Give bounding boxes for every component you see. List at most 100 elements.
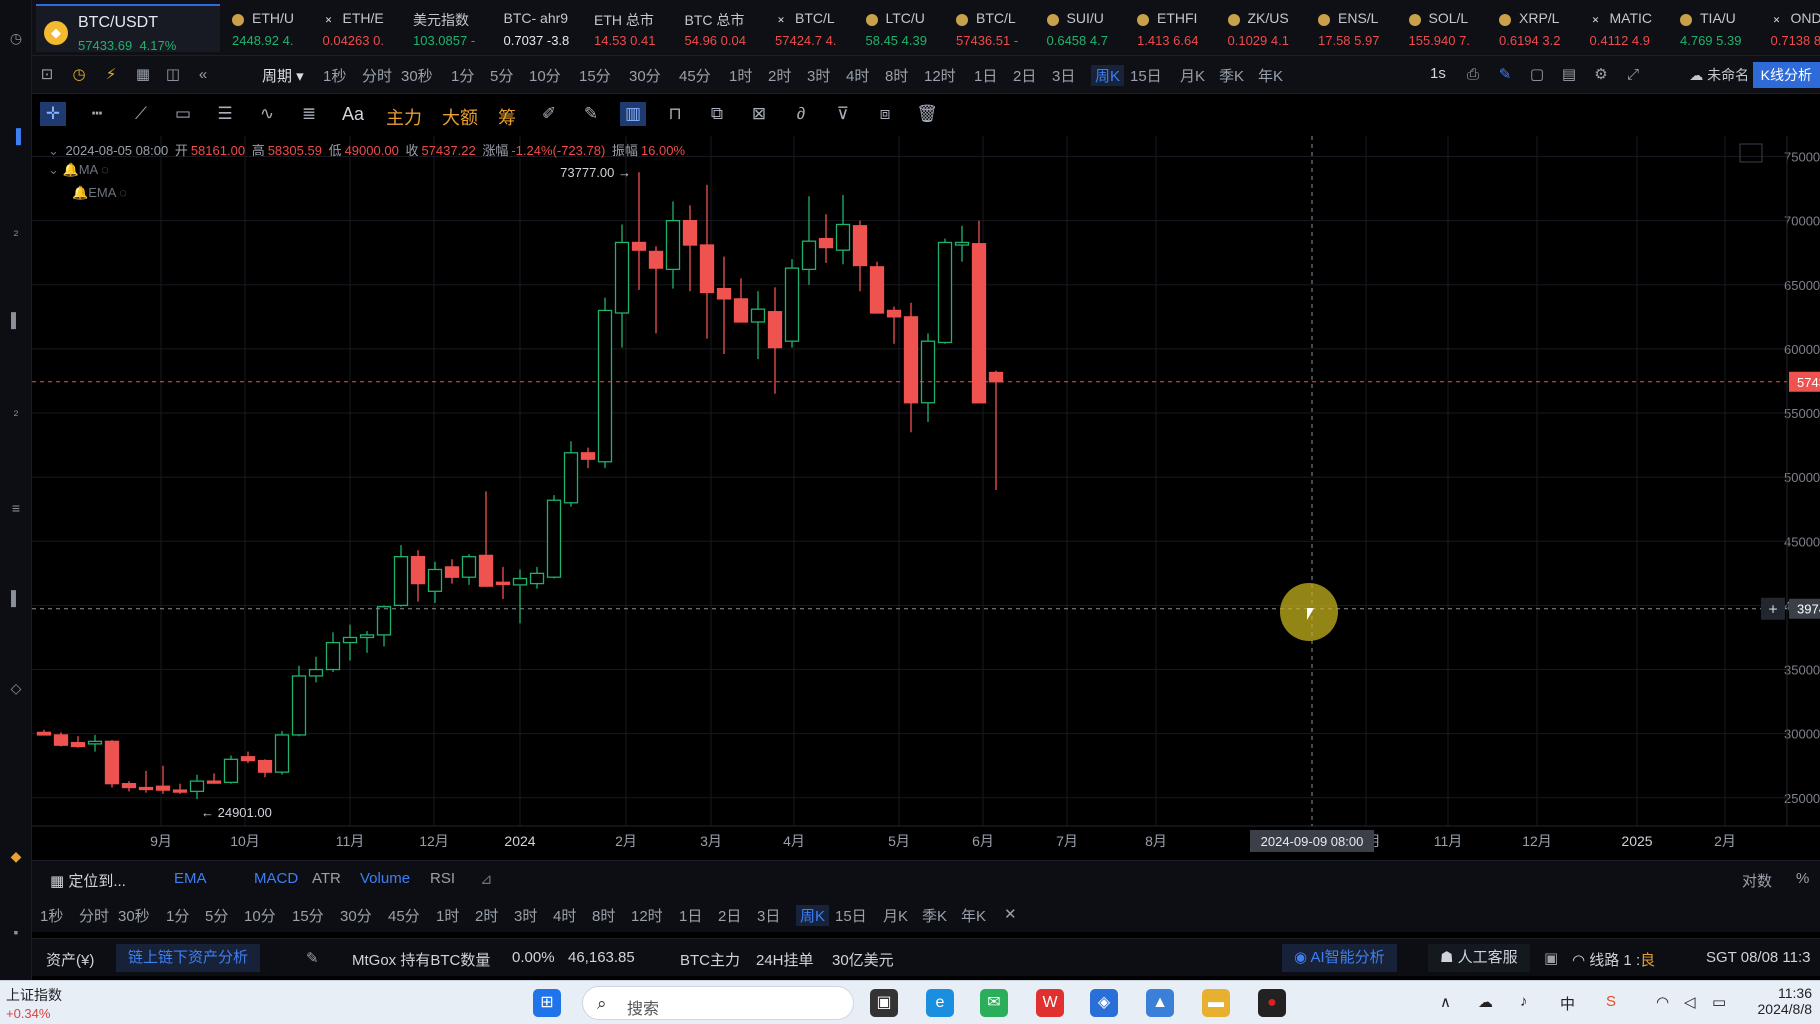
onchain-analysis-button[interactable]: 链上链下资产分析: [116, 944, 261, 972]
clock[interactable]: 11:36 2024/8/8: [1750, 985, 1813, 1017]
period-option[interactable]: 1时: [729, 65, 752, 86]
close-icon[interactable]: ✕: [1004, 905, 1017, 923]
ma-indicator-row[interactable]: ⌄ 🔔MA ◌: [48, 162, 109, 178]
trash-icon[interactable]: 🗑: [914, 102, 940, 126]
candle-body[interactable]: [36, 731, 52, 736]
ai-analysis-button[interactable]: ◉ AI智能分析: [1282, 944, 1397, 972]
mic-icon[interactable]: ♪: [1520, 993, 1528, 1010]
candle-body[interactable]: [784, 267, 800, 342]
rail-icon-5[interactable]: ₂: [0, 402, 32, 428]
candle-body[interactable]: [376, 606, 392, 636]
ticker-item[interactable]: LTC/U 58.45 4.39: [862, 0, 950, 55]
settings-icon[interactable]: ⚙: [1590, 64, 1612, 86]
rail-icon-10[interactable]: ▪: [0, 924, 32, 950]
candle-body[interactable]: [223, 758, 239, 784]
magnet-icon[interactable]: ∂: [788, 102, 814, 126]
k-analysis-button[interactable]: K线分析: [1752, 62, 1820, 88]
period-option[interactable]: 3日: [1052, 65, 1075, 86]
assets-label[interactable]: 资产(¥): [46, 949, 94, 970]
candle-body[interactable]: [818, 237, 834, 249]
period-option[interactable]: 周K: [1091, 65, 1125, 86]
candle-body[interactable]: [733, 298, 749, 323]
candle-body[interactable]: [325, 641, 341, 671]
ticker-item[interactable]: 美元指数 103.0857 -: [409, 0, 497, 55]
bottom-period-option[interactable]: 3时: [514, 905, 537, 926]
ticker-item[interactable]: SUI/U 0.6458 4.7: [1043, 0, 1131, 55]
main-force-button[interactable]: 主力: [386, 104, 422, 130]
period-option[interactable]: 10分: [529, 65, 561, 86]
period-option[interactable]: 3时: [807, 65, 830, 86]
candle-body[interactable]: [546, 499, 562, 578]
candle-body[interactable]: [121, 783, 137, 789]
tab-ema[interactable]: EMA: [174, 870, 207, 887]
tray-chevron-icon[interactable]: ∧: [1440, 993, 1451, 1011]
bottom-period-option[interactable]: 2时: [475, 905, 498, 926]
rail-icon-9[interactable]: ◆: [0, 848, 32, 874]
line-tool-icon[interactable]: ⟋: [128, 102, 154, 126]
windows-start-icon[interactable]: ⊞: [533, 989, 561, 1017]
edit-icon[interactable]: ✎: [306, 949, 319, 967]
candle-body[interactable]: [240, 756, 256, 762]
bottom-period-option[interactable]: 周K: [796, 905, 830, 926]
candle-body[interactable]: [852, 225, 868, 267]
chips-button[interactable]: 筹: [498, 104, 516, 130]
candle-body[interactable]: [801, 240, 817, 271]
template-icon[interactable]: ▤: [1558, 64, 1580, 86]
period-option[interactable]: 1日: [974, 65, 997, 86]
bottom-period-option[interactable]: 30秒: [118, 905, 150, 926]
candle-body[interactable]: [308, 668, 324, 677]
ticker-item[interactable]: ETH 总市 14.53 0.41: [590, 0, 678, 55]
period-option[interactable]: 30秒: [401, 65, 433, 86]
period-option[interactable]: 45分: [679, 65, 711, 86]
active-pair-tab[interactable]: ◆ BTC/USDT 57433.69 4.17%: [36, 4, 220, 53]
help-icon[interactable]: ▣: [1544, 949, 1558, 967]
text-tool[interactable]: Aa: [342, 104, 364, 125]
lock-icon[interactable]: ⊓: [662, 102, 688, 126]
bottom-period-option[interactable]: 1日: [679, 905, 702, 926]
volume-icon[interactable]: ◁: [1684, 993, 1696, 1011]
edit-indicators-icon[interactable]: ⊿: [480, 870, 493, 888]
candle-body[interactable]: [393, 556, 409, 607]
candle-body[interactable]: [87, 740, 103, 745]
lightning-icon[interactable]: ⚡: [100, 64, 122, 86]
bottom-period-option[interactable]: 季K: [922, 905, 947, 926]
candle-body[interactable]: [342, 636, 358, 644]
rewind-icon[interactable]: «: [192, 64, 214, 86]
interval-label[interactable]: 1s: [1430, 65, 1446, 82]
candle-body[interactable]: [257, 759, 273, 773]
rail-icon-3[interactable]: ₂: [0, 222, 32, 248]
ticker-item[interactable]: ✕ OND 0.7138 8.: [1767, 0, 1820, 55]
sync-icon[interactable]: ⧈: [872, 102, 898, 126]
ticker-item[interactable]: ✕ ETH/E 0.04263 0.: [319, 0, 407, 55]
tab-macd[interactable]: MACD: [254, 870, 298, 887]
bottom-period-option[interactable]: 年K: [961, 905, 986, 926]
taskbar-search[interactable]: ⌕ 搜索: [582, 986, 854, 1020]
collapse-icon[interactable]: ⌄: [48, 143, 59, 158]
parallel-lines-icon[interactable]: ☰: [212, 102, 238, 126]
candle-body[interactable]: [665, 219, 681, 271]
candle-body[interactable]: [614, 241, 630, 314]
layout-name-dropdown[interactable]: ☁ 未命名 ▾: [1689, 65, 1760, 85]
period-option[interactable]: 1分: [451, 65, 474, 86]
ticker-item[interactable]: BTC- ahr9 0.7037 -3.8: [500, 0, 588, 55]
period-option[interactable]: 4时: [846, 65, 869, 86]
candle-body[interactable]: [104, 740, 120, 785]
locate-button[interactable]: ▦ 定位到...: [50, 870, 126, 891]
wps-icon[interactable]: W: [1036, 989, 1064, 1017]
rail-icon-6[interactable]: ≡: [0, 500, 32, 526]
ticker-item[interactable]: ✕ BTC/L 57424.7 4.: [771, 0, 859, 55]
bottom-period-option[interactable]: 45分: [388, 905, 420, 926]
candle-body[interactable]: [954, 241, 970, 246]
period-option[interactable]: 1秒: [323, 65, 346, 86]
rail-icon-7[interactable]: ▌: [0, 590, 32, 616]
candle-body[interactable]: [971, 243, 987, 404]
fib-tool-icon[interactable]: ≣: [296, 102, 322, 126]
copy-icon[interactable]: ⧉: [704, 102, 730, 126]
bottom-period-option[interactable]: 3日: [757, 905, 780, 926]
photos-icon[interactable]: ▲: [1146, 989, 1174, 1017]
candle-body[interactable]: [886, 309, 902, 318]
candle-body[interactable]: [461, 556, 477, 578]
rail-icon-2[interactable]: ▐: [0, 128, 32, 154]
period-option[interactable]: 8时: [885, 65, 908, 86]
period-option[interactable]: 15分: [579, 65, 611, 86]
